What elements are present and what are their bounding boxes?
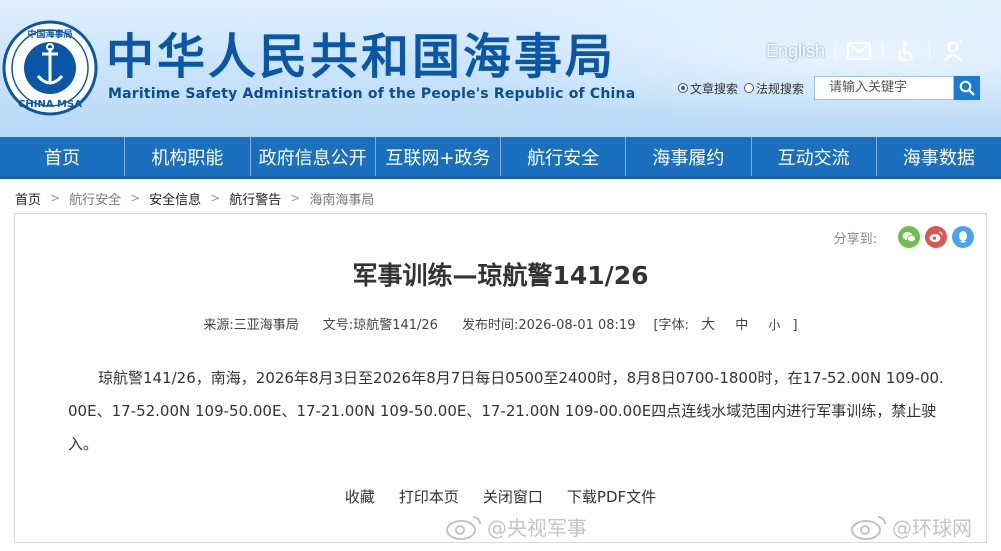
nav-item-home[interactable]: 首页 bbox=[0, 137, 126, 176]
english-link[interactable]: English bbox=[766, 41, 825, 62]
meta-source: 来源:三亚海事局 bbox=[203, 314, 298, 334]
breadcrumb-home[interactable]: 首页 bbox=[15, 189, 41, 208]
font-size-small-button[interactable]: 小 bbox=[768, 318, 780, 332]
emblem-text-top: 中国海事局 bbox=[27, 28, 72, 40]
article-body: 琼航警141/26，南海，2026年8月3日至2026年8月7日每日0500至2… bbox=[68, 369, 944, 453]
print-button[interactable]: 打印本页 bbox=[399, 486, 459, 507]
breadcrumb-hainan-msa[interactable]: 海南海事局 bbox=[309, 189, 374, 208]
chevron-right-icon: > bbox=[130, 191, 141, 205]
watermark-text: @央视军事 bbox=[487, 516, 587, 540]
nav-item-navigation-safety[interactable]: 航行安全 bbox=[501, 137, 627, 176]
china-msa-emblem-icon[interactable]: 中国海事局 CHINA MSA bbox=[2, 20, 98, 116]
site-header: 中国海事局 CHINA MSA 中华人民共和国海事局 Maritime Safe… bbox=[0, 0, 1001, 137]
radio-article-search[interactable]: 文章搜索 bbox=[678, 80, 738, 97]
breadcrumb-safety-info[interactable]: 安全信息 bbox=[149, 189, 201, 208]
meta-docno-label: 文号: bbox=[322, 318, 354, 333]
radio-law-label: 法规搜索 bbox=[756, 81, 805, 96]
search-icon bbox=[959, 80, 975, 96]
radio-article-label: 文章搜索 bbox=[690, 81, 739, 96]
site-title-en: Maritime Safety Administration of the Pe… bbox=[108, 86, 636, 102]
qq-icon[interactable] bbox=[952, 226, 974, 248]
meta-docno-value: 琼航警141/26 bbox=[353, 318, 438, 333]
site-title-cn: 中华人民共和国海事局 bbox=[106, 29, 617, 85]
article-title: 军事训练—琼航警141/26 bbox=[352, 261, 649, 290]
share-bar: 分享到: bbox=[834, 226, 974, 248]
nav-item-gov-info[interactable]: 政府信息公开 bbox=[251, 137, 376, 176]
font-size-medium-button[interactable]: 中 bbox=[735, 318, 748, 333]
meta-source-value: 三亚海事局 bbox=[233, 318, 299, 333]
divider bbox=[882, 42, 884, 60]
font-size-switcher: [字体: 大 中 小 ] bbox=[653, 314, 797, 334]
emblem-text-bottom: CHINA MSA bbox=[18, 99, 82, 110]
meta-time: 发布时间:2026-08-01 08:19 bbox=[462, 314, 636, 334]
accessibility-icon[interactable] bbox=[893, 39, 919, 63]
meta-time-label: 发布时间: bbox=[461, 318, 519, 333]
article-panel: 分享到: 军事训练—琼航警141/26 来源:三亚海事局 文号:琼航警141/2… bbox=[14, 213, 987, 543]
nav-item-convention[interactable]: 海事履约 bbox=[626, 137, 752, 176]
elder-mode-icon[interactable] bbox=[940, 39, 966, 63]
radio-article-dot[interactable] bbox=[678, 83, 688, 93]
weibo-icon[interactable] bbox=[925, 226, 947, 248]
search-area: 文章搜索 法规搜索 请输入关键字 bbox=[678, 76, 981, 100]
watermark-text: @环球网 bbox=[892, 516, 972, 540]
article-meta: 来源:三亚海事局 文号:琼航警141/26 发布时间:2026-08-01 08… bbox=[15, 314, 986, 334]
mail-icon[interactable] bbox=[846, 39, 872, 63]
chevron-right-icon: > bbox=[210, 191, 221, 205]
top-links: English bbox=[766, 38, 966, 64]
breadcrumb: 首页 > 航行安全 > 安全信息 > 航行警告 > 海南海事局 bbox=[15, 189, 374, 208]
weibo-watermark-icon bbox=[851, 515, 886, 540]
font-size-large-button[interactable]: 大 bbox=[701, 317, 715, 333]
meta-source-label: 来源: bbox=[203, 318, 234, 333]
close-window-button[interactable]: 关闭窗口 bbox=[483, 486, 543, 507]
meta-docno: 文号:琼航警141/26 bbox=[323, 314, 438, 334]
nav-item-interaction[interactable]: 互动交流 bbox=[752, 137, 877, 176]
article-actions: 收藏 打印本页 关闭窗口 下载PDF文件 bbox=[15, 486, 986, 507]
watermark-cctv-military: @央视军事 bbox=[445, 512, 587, 541]
radio-law-dot[interactable] bbox=[744, 83, 755, 93]
nav-item-data[interactable]: 海事数据 bbox=[877, 137, 1001, 176]
radio-law-search[interactable]: 法规搜索 bbox=[744, 80, 804, 97]
breadcrumb-navigation-warning[interactable]: 航行警告 bbox=[229, 189, 281, 208]
meta-time-value: 2026-08-01 08:19 bbox=[518, 318, 636, 333]
divider bbox=[929, 42, 931, 60]
download-pdf-button[interactable]: 下载PDF文件 bbox=[567, 486, 656, 507]
favorite-button[interactable]: 收藏 bbox=[345, 486, 375, 507]
main-nav: 首页 机构职能 政府信息公开 互联网+政务 航行安全 海事履约 互动交流 海事数… bbox=[0, 137, 1001, 179]
divider bbox=[835, 42, 837, 60]
chevron-right-icon: > bbox=[290, 191, 301, 205]
font-size-close: ] bbox=[792, 318, 798, 333]
watermark-global-times: @环球网 bbox=[850, 512, 972, 541]
share-label: 分享到: bbox=[833, 231, 877, 247]
font-size-open: [字体: bbox=[653, 318, 689, 333]
nav-item-functions[interactable]: 机构职能 bbox=[125, 137, 251, 176]
wechat-icon[interactable] bbox=[898, 226, 920, 248]
breadcrumb-navigation-safety[interactable]: 航行安全 bbox=[69, 189, 121, 208]
search-button[interactable] bbox=[954, 76, 981, 100]
search-input[interactable]: 请输入关键字 bbox=[814, 76, 955, 100]
weibo-watermark-icon bbox=[446, 515, 481, 540]
chevron-right-icon: > bbox=[50, 191, 61, 205]
nav-item-internet-gov[interactable]: 互联网+政务 bbox=[376, 137, 501, 176]
